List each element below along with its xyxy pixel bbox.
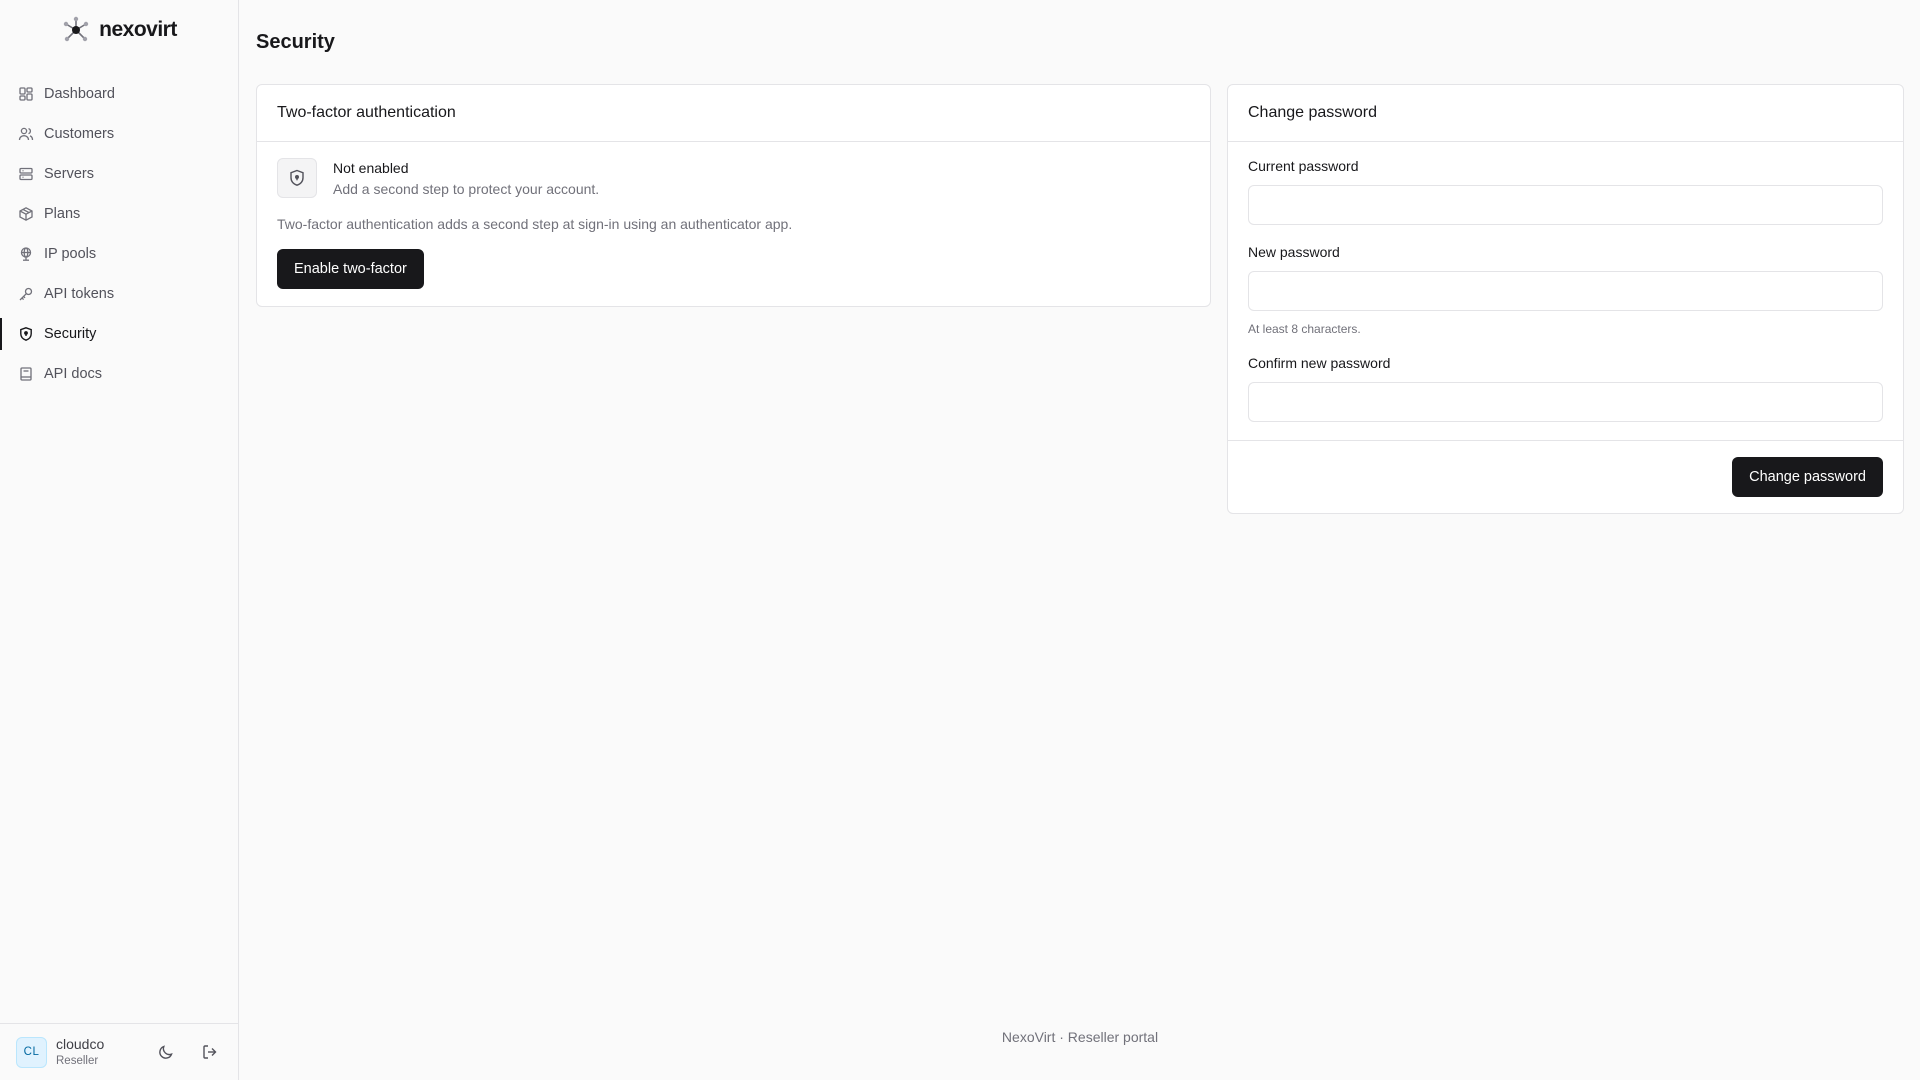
sidebar-nav: Dashboard Customers Servers Plans IP poo… <box>0 74 238 394</box>
page-title: Security <box>256 31 335 53</box>
sidebar-item-customers[interactable]: Customers <box>0 114 238 154</box>
user-name: cloudco <box>56 1035 105 1052</box>
change-password-card-title: Change password <box>1228 85 1903 142</box>
sidebar-item-label: Customers <box>44 126 115 142</box>
two-factor-status-title: Not enabled <box>333 160 409 176</box>
confirm-password-label: Confirm new password <box>1248 355 1391 371</box>
sidebar-item-ip-pools[interactable]: IP pools <box>0 234 238 274</box>
change-password-card: Change password Current password New pas… <box>1227 84 1904 514</box>
new-password-group: New password At least 8 characters. <box>1248 244 1883 336</box>
sidebar-item-label: Security <box>44 326 97 342</box>
sidebar-item-label: Plans <box>44 206 81 222</box>
sidebar-item-security[interactable]: Security <box>0 314 238 354</box>
two-factor-card: Two-factor authentication Not enabled Ad… <box>256 84 1211 307</box>
two-factor-status-text: Not enabled Add a second step to protect… <box>333 158 599 197</box>
two-factor-card-body: Not enabled Add a second step to protect… <box>257 142 1210 305</box>
sidebar-item-label: API tokens <box>44 286 115 302</box>
two-factor-description: Two-factor authentication adds a second … <box>277 216 793 232</box>
two-factor-status-subtitle: Add a second step to protect your accoun… <box>333 181 600 197</box>
new-password-hint: At least 8 characters. <box>1248 322 1361 336</box>
shield-icon <box>20 327 32 341</box>
brand[interactable]: nexovirt <box>0 0 238 60</box>
page-footer: NexoVirt · Reseller portal <box>1001 1029 1159 1045</box>
two-factor-card-title: Two-factor authentication <box>257 85 1210 142</box>
nexovirt-logo-icon <box>63 16 89 42</box>
shield-badge <box>277 158 317 198</box>
sidebar: nexovirt Dashboard Customers Servers Pla… <box>0 0 239 1080</box>
current-password-field[interactable] <box>1248 185 1883 225</box>
brand-name: nexovirt <box>99 18 177 41</box>
enable-two-factor-button[interactable]: Enable two-factor <box>277 249 424 289</box>
key-icon <box>19 287 33 301</box>
sidebar-item-label: API docs <box>44 366 103 382</box>
user-role: Reseller <box>56 1054 99 1067</box>
sidebar-item-api-tokens[interactable]: API tokens <box>0 274 238 314</box>
avatar[interactable]: CL <box>16 1036 47 1068</box>
two-factor-status: Not enabled Add a second step to protect… <box>277 158 1190 198</box>
users-icon <box>18 127 34 141</box>
new-password-field[interactable] <box>1248 271 1883 311</box>
main-content: Security Two-factor authentication Not e… <box>240 0 1920 1080</box>
change-password-button[interactable]: Change password <box>1732 457 1883 497</box>
confirm-password-field[interactable] <box>1248 382 1883 422</box>
book-icon <box>20 367 32 381</box>
current-password-group: Current password <box>1248 158 1883 225</box>
confirm-password-group: Confirm new password <box>1248 355 1883 422</box>
package-icon <box>19 207 33 221</box>
sidebar-item-servers[interactable]: Servers <box>0 154 238 194</box>
shield-icon <box>290 169 304 186</box>
sidebar-item-label: IP pools <box>44 246 97 262</box>
moon-icon[interactable] <box>157 1043 175 1061</box>
sidebar-user-panel: CL cloudco Reseller <box>0 1023 238 1080</box>
globe-icon <box>20 247 32 261</box>
sidebar-item-label: Servers <box>44 166 94 182</box>
sidebar-item-label: Dashboard <box>44 86 115 102</box>
sidebar-item-dashboard[interactable]: Dashboard <box>0 74 238 114</box>
logout-icon[interactable] <box>201 1043 219 1061</box>
new-password-label: New password <box>1248 244 1340 260</box>
current-password-label: Current password <box>1248 158 1359 174</box>
sidebar-item-plans[interactable]: Plans <box>0 194 238 234</box>
sidebar-footer-actions <box>157 1043 222 1061</box>
change-password-footer: Change password <box>1228 440 1903 513</box>
sidebar-item-api-docs[interactable]: API docs <box>0 354 238 394</box>
user-meta: cloudco Reseller <box>56 1036 104 1069</box>
change-password-form: Current password New password At least 8… <box>1228 142 1903 422</box>
dashboard-icon <box>19 87 33 101</box>
server-icon <box>19 167 33 181</box>
